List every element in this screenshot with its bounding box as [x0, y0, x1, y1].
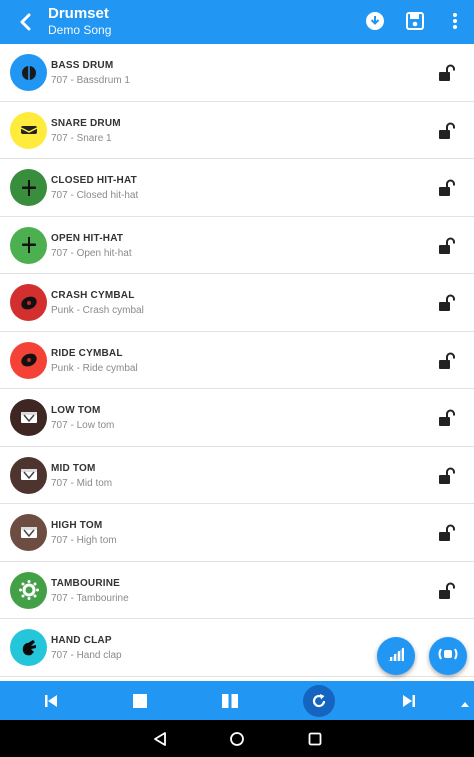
- toolbar-actions: [364, 10, 466, 32]
- instrument-name: SNARE DRUM: [51, 117, 121, 129]
- instrument-sample: Punk - Crash cymbal: [51, 305, 144, 316]
- pause-icon[interactable]: [216, 687, 244, 715]
- nav-home-icon[interactable]: [227, 729, 247, 749]
- instrument-name: CRASH CYMBAL: [51, 290, 135, 301]
- instrument-row[interactable]: TAMBOURINE 707 - Tambourine: [0, 562, 474, 619]
- instrument-text: CLOSED HIT-HAT 707 - Closed hit-hat: [51, 174, 138, 203]
- system-nav-bar: [0, 720, 474, 757]
- lock-open-icon[interactable]: [436, 236, 456, 256]
- app-bar: Drumset Demo Song: [0, 0, 474, 44]
- back-arrow-icon[interactable]: [12, 8, 40, 36]
- hihat-icon[interactable]: [10, 169, 47, 206]
- instrument-text: OPEN HIT-HAT 707 - Open hit-hat: [51, 232, 132, 261]
- instrument-row[interactable]: SNARE DRUM 707 - Snare 1: [0, 102, 474, 159]
- instrument-row[interactable]: CLOSED HIT-HAT 707 - Closed hit-hat: [0, 159, 474, 217]
- instrument-text: BASS DRUM 707 - Bassdrum 1: [51, 59, 130, 88]
- lock-open-icon[interactable]: [436, 466, 456, 486]
- more-vert-icon[interactable]: [444, 10, 466, 32]
- instrument-name: OPEN HIT-HAT: [51, 232, 124, 244]
- instrument-row[interactable]: MID TOM 707 - Mid tom: [0, 447, 474, 504]
- instrument-sample: 707 - Bassdrum 1: [51, 75, 130, 86]
- instrument-sample: Punk - Ride cymbal: [51, 362, 138, 374]
- instrument-sample: 707 - Low tom: [51, 420, 115, 431]
- lock-open-icon[interactable]: [436, 408, 456, 428]
- volume-button[interactable]: [377, 637, 415, 675]
- tom-icon[interactable]: [10, 399, 47, 436]
- instrument-text: TAMBOURINE 707 - Tambourine: [51, 577, 129, 606]
- instrument-row[interactable]: HIGH TOM 707 - High tom: [0, 504, 474, 562]
- nav-recents-icon[interactable]: [305, 729, 325, 749]
- instrument-sample: 707 - High tom: [51, 535, 117, 546]
- instrument-name: RIDE CYMBAL: [51, 347, 123, 359]
- instrument-text: HIGH TOM 707 - High tom: [51, 519, 117, 548]
- transport-bar: [0, 681, 474, 720]
- lock-open-icon[interactable]: [436, 293, 456, 313]
- instrument-text: HAND CLAP 707 - Hand clap: [51, 634, 122, 663]
- tom-icon[interactable]: [10, 514, 47, 551]
- page-title: Drumset: [48, 5, 109, 22]
- cymbal-icon[interactable]: [10, 341, 47, 379]
- lock-open-icon[interactable]: [436, 351, 456, 371]
- instrument-sample: 707 - Snare 1: [51, 132, 112, 144]
- instrument-row[interactable]: OPEN HIT-HAT 707 - Open hit-hat: [0, 217, 474, 274]
- instrument-row[interactable]: LOW TOM 707 - Low tom: [0, 389, 474, 447]
- hand-clap-icon[interactable]: [10, 629, 47, 666]
- tom-icon[interactable]: [10, 456, 47, 494]
- nav-back-icon[interactable]: [150, 729, 170, 749]
- instrument-sample: 707 - Hand clap: [51, 650, 122, 661]
- instrument-row[interactable]: BASS DRUM 707 - Bassdrum 1: [0, 44, 474, 102]
- lock-open-icon[interactable]: [436, 581, 456, 601]
- lock-open-icon[interactable]: [436, 63, 456, 83]
- snare-drum-icon[interactable]: [10, 111, 47, 149]
- instrument-row[interactable]: RIDE CYMBAL Punk - Ride cymbal: [0, 332, 474, 389]
- instrument-name: LOW TOM: [51, 405, 101, 416]
- instrument-name: BASS DRUM: [51, 60, 114, 71]
- instrument-name: TAMBOURINE: [51, 577, 121, 589]
- instrument-sample: 707 - Tambourine: [51, 592, 129, 604]
- instrument-name: CLOSED HIT-HAT: [51, 175, 137, 186]
- instrument-sample: 707 - Closed hit-hat: [51, 190, 139, 201]
- title-block: Drumset Demo Song: [48, 5, 111, 38]
- instrument-text: SNARE DRUM 707 - Snare 1: [51, 117, 121, 146]
- instrument-name: HAND CLAP: [51, 635, 112, 646]
- loop-icon[interactable]: [303, 685, 335, 717]
- expand-up-icon[interactable]: [460, 695, 470, 713]
- instrument-text: MID TOM 707 - Mid tom: [51, 462, 112, 491]
- stop-icon[interactable]: [126, 687, 154, 715]
- skip-previous-icon[interactable]: [37, 687, 65, 715]
- instrument-sample: 707 - Mid tom: [51, 477, 113, 489]
- hihat-icon[interactable]: [10, 226, 47, 264]
- instrument-name: MID TOM: [51, 462, 96, 474]
- instrument-name: HIGH TOM: [51, 520, 103, 531]
- page-subtitle: Demo Song: [48, 23, 112, 37]
- instrument-sample: 707 - Open hit-hat: [51, 247, 132, 259]
- instrument-list: BASS DRUM 707 - Bassdrum 1 SNARE DRUM 707 -…: [0, 44, 474, 681]
- cymbal-icon[interactable]: [10, 284, 47, 321]
- save-icon[interactable]: [404, 10, 426, 32]
- instrument-text: LOW TOM 707 - Low tom: [51, 404, 114, 433]
- speaker-button[interactable]: [429, 637, 467, 675]
- bass-drum-icon[interactable]: [10, 54, 47, 91]
- instrument-text: CRASH CYMBAL Punk - Crash cymbal: [51, 289, 144, 318]
- tambourine-icon[interactable]: [10, 571, 47, 609]
- skip-next-icon[interactable]: [395, 687, 423, 715]
- lock-open-icon[interactable]: [436, 523, 456, 543]
- instrument-row[interactable]: CRASH CYMBAL Punk - Crash cymbal: [0, 274, 474, 332]
- lock-open-icon[interactable]: [436, 121, 456, 141]
- volume-bars-icon: [387, 646, 405, 667]
- instrument-text: RIDE CYMBAL Punk - Ride cymbal: [51, 347, 138, 376]
- lock-open-icon[interactable]: [436, 178, 456, 198]
- speaker-icon: [437, 647, 459, 666]
- download-icon[interactable]: [364, 10, 386, 32]
